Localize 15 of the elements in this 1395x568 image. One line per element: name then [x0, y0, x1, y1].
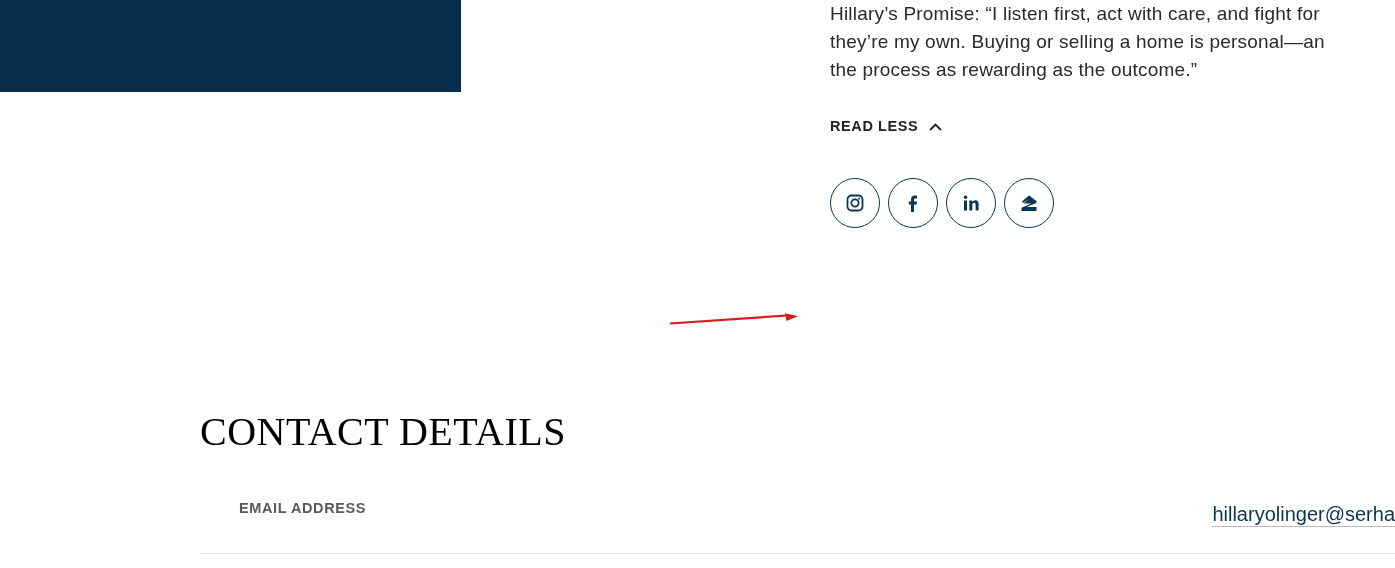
- social-link[interactable]: [1004, 178, 1054, 228]
- field-label: EMAIL ADDRESS: [239, 499, 367, 518]
- quote-text: they’re my own. Buying or selling a home is personal—an: [830, 30, 1325, 54]
- linkedin-icon: [962, 194, 980, 212]
- quote-text: Hillary’s Promise: “I listen first, act with care, and fight for: [830, 2, 1321, 26]
- section-heading: CONTACT DETAILS: [200, 412, 567, 452]
- social-link[interactable]: [830, 178, 880, 228]
- instagram-icon: [846, 194, 864, 212]
- email-link[interactable]: hillaryolinger@serha: [1212, 502, 1395, 527]
- caret-icon: [928, 120, 944, 133]
- social-link[interactable]: [888, 178, 938, 228]
- read-less-button[interactable]: READ LESS: [830, 116, 944, 138]
- quote-text: the process as rewarding as the outcome.”: [830, 58, 1199, 82]
- house-icon: [1020, 194, 1038, 212]
- social-link[interactable]: [946, 178, 996, 228]
